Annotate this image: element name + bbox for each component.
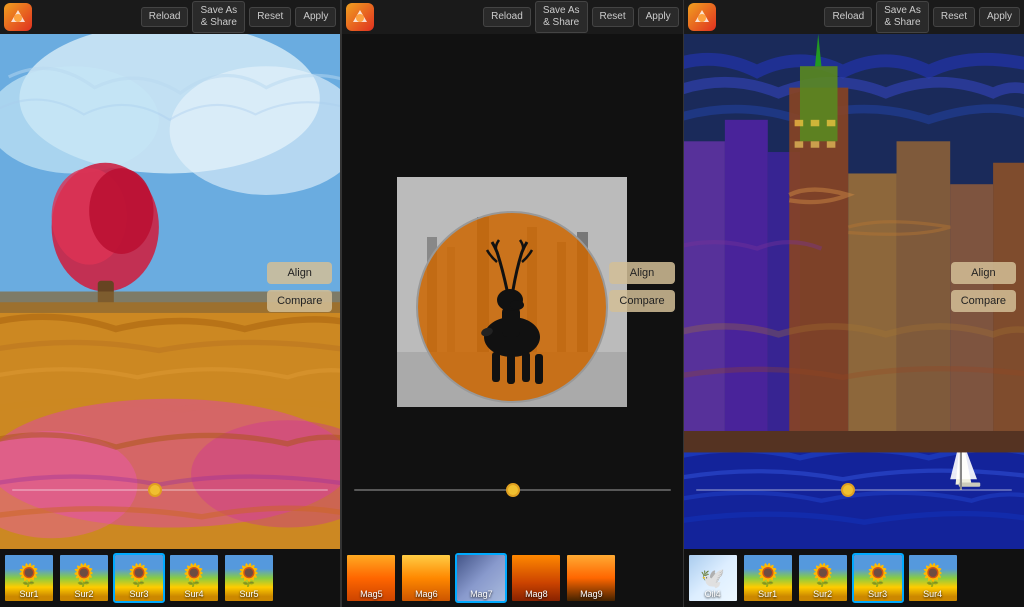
- thumb-sur2[interactable]: Sur2: [58, 553, 110, 603]
- save-btn-3[interactable]: Save As & Share: [876, 1, 929, 33]
- reset-btn-2[interactable]: Reset: [592, 7, 634, 27]
- thumb-sur3[interactable]: Sur3: [113, 553, 165, 603]
- overlay-buttons-3: Align Compare: [951, 262, 1016, 312]
- slider-thumb-1[interactable]: [148, 483, 162, 497]
- apply-btn-1[interactable]: Apply: [295, 7, 336, 27]
- thumb-mag5[interactable]: Mag5: [345, 553, 397, 603]
- save-btn-2[interactable]: Save As & Share: [535, 1, 588, 33]
- align-btn-3[interactable]: Align: [951, 262, 1016, 284]
- thumb-sur1b[interactable]: Sur1: [742, 553, 794, 603]
- slider-track-3: [696, 489, 1012, 491]
- slider-area-3[interactable]: [684, 489, 1024, 491]
- reset-btn-3[interactable]: Reset: [933, 7, 975, 27]
- reload-btn-3[interactable]: Reload: [824, 7, 872, 27]
- thumb-strip-3: 🕊️ Oil4 Sur1 Sur2 Sur3 Sur4: [684, 549, 1024, 607]
- thumb-strip-2: Mag5 Mag6 Mag7 Mag8 Mag9: [342, 549, 682, 607]
- align-btn-1[interactable]: Align: [267, 262, 332, 284]
- panel-2: Reload Save As & Share Reset Apply: [341, 0, 683, 607]
- compare-btn-3[interactable]: Compare: [951, 290, 1016, 312]
- compare-btn-2[interactable]: Compare: [609, 290, 674, 312]
- apply-btn-2[interactable]: Apply: [638, 7, 679, 27]
- toolbar-3: Reload Save As & Share Reset Apply: [684, 0, 1024, 34]
- thumb-mag7[interactable]: Mag7: [455, 553, 507, 603]
- slider-thumb-2[interactable]: [506, 483, 520, 497]
- thumb-sur4b[interactable]: Sur4: [907, 553, 959, 603]
- thumb-strip-1: Sur1 Sur2 Sur3 Sur4 Sur5: [0, 549, 340, 607]
- thumb-sur3b[interactable]: Sur3: [852, 553, 904, 603]
- reset-btn-1[interactable]: Reset: [249, 7, 291, 27]
- image-area-3: Align Compare: [684, 34, 1024, 549]
- app-logo-2: [346, 3, 374, 31]
- panel-3: Reload Save As & Share Reset Apply: [684, 0, 1024, 607]
- thumb-sur4[interactable]: Sur4: [168, 553, 220, 603]
- slider-track-1: [12, 489, 328, 491]
- slider-area-2[interactable]: [342, 489, 682, 491]
- toolbar-2: Reload Save As & Share Reset Apply: [342, 0, 682, 34]
- thumb-sur2b[interactable]: Sur2: [797, 553, 849, 603]
- deer-scene: [397, 177, 627, 407]
- toolbar-1: Reload Save As & Share Reset Apply: [0, 0, 340, 34]
- image-area-2: Align Compare: [342, 34, 682, 549]
- overlay-buttons-1: Align Compare: [267, 262, 332, 312]
- thumb-oil4[interactable]: 🕊️ Oil4: [687, 553, 739, 603]
- align-btn-2[interactable]: Align: [609, 262, 674, 284]
- save-btn-1[interactable]: Save As & Share: [192, 1, 245, 33]
- app-logo-3: [688, 3, 716, 31]
- slider-area-1[interactable]: [0, 489, 340, 491]
- thumb-mag9[interactable]: Mag9: [565, 553, 617, 603]
- app-container: Reload Save As & Share Reset Apply: [0, 0, 1024, 607]
- slider-track-2: [354, 489, 670, 491]
- thumb-mag8[interactable]: Mag8: [510, 553, 562, 603]
- panel-1: Reload Save As & Share Reset Apply: [0, 0, 341, 607]
- image-area-1: Align Compare: [0, 34, 340, 549]
- thumb-sur1[interactable]: Sur1: [3, 553, 55, 603]
- thumb-sur5[interactable]: Sur5: [223, 553, 275, 603]
- reload-btn-1[interactable]: Reload: [141, 7, 189, 27]
- apply-btn-3[interactable]: Apply: [979, 7, 1020, 27]
- reload-btn-2[interactable]: Reload: [483, 7, 531, 27]
- overlay-buttons-2: Align Compare: [609, 262, 674, 312]
- app-logo-1: [4, 3, 32, 31]
- compare-btn-1[interactable]: Compare: [267, 290, 332, 312]
- thumb-mag6[interactable]: Mag6: [400, 553, 452, 603]
